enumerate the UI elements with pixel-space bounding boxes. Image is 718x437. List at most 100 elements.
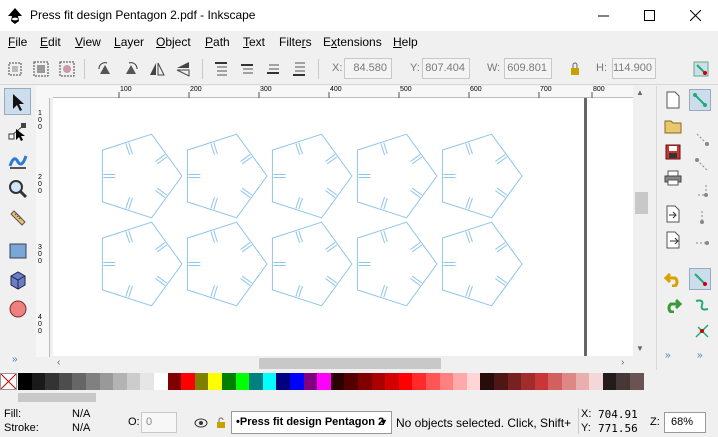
pentagon-part[interactable] (101, 221, 183, 307)
vertical-scroll-thumb[interactable] (635, 192, 648, 214)
color-swatch[interactable] (249, 373, 263, 390)
tweak-tool-icon[interactable] (4, 146, 31, 173)
snap-bbox-midpoints-icon[interactable] (691, 206, 713, 228)
w-field[interactable]: 609.801 (504, 58, 552, 79)
color-swatch[interactable] (398, 373, 413, 390)
commands-more-icon[interactable]: » (665, 350, 671, 361)
toolbox-more-icon[interactable]: » (12, 354, 18, 365)
color-swatch[interactable] (507, 373, 522, 390)
menu-layer[interactable]: Layer (114, 35, 144, 49)
vertical-scrollbar[interactable]: ▲ ▼ (633, 86, 650, 356)
import-icon[interactable] (662, 203, 684, 225)
color-swatch[interactable] (371, 373, 386, 390)
color-swatch[interactable] (72, 373, 86, 390)
color-swatch[interactable] (262, 373, 277, 390)
rectangle-tool-icon[interactable] (4, 237, 31, 264)
measure-tool-icon[interactable] (4, 204, 31, 231)
menu-edit[interactable]: Edit (40, 35, 61, 49)
y-field[interactable]: 807.404 (422, 58, 470, 79)
color-swatch[interactable] (494, 373, 508, 390)
color-swatch[interactable] (235, 373, 250, 390)
color-swatch[interactable] (18, 373, 32, 390)
lower-to-bottom-icon[interactable] (288, 58, 310, 80)
snap-bbox-corners-icon[interactable] (691, 180, 713, 202)
color-swatch[interactable] (344, 373, 358, 390)
color-swatch[interactable] (521, 373, 535, 390)
horizontal-scrollbar[interactable]: ‹ › (53, 356, 633, 371)
select-all-layers-icon[interactable] (30, 58, 52, 80)
x-field[interactable]: 84.580 (344, 58, 392, 79)
maximize-button[interactable] (626, 0, 672, 31)
scroll-left-icon[interactable]: ‹ (57, 357, 60, 368)
color-swatch[interactable] (303, 373, 318, 390)
flip-horizontal-icon[interactable] (146, 58, 168, 80)
menu-view[interactable]: View (75, 35, 101, 49)
color-swatch[interactable] (480, 373, 494, 390)
snap-paths-icon[interactable] (691, 294, 713, 316)
pentagon-part[interactable] (441, 221, 523, 307)
pentagon-part[interactable] (441, 133, 523, 219)
selector-tool-icon[interactable] (4, 88, 31, 115)
color-swatch[interactable] (562, 373, 576, 390)
color-swatch[interactable] (616, 373, 630, 390)
color-swatch[interactable] (276, 373, 290, 390)
color-swatch[interactable] (290, 373, 304, 390)
color-swatch[interactable] (208, 373, 222, 390)
color-swatch[interactable] (45, 373, 59, 390)
color-swatch[interactable] (426, 373, 440, 390)
color-swatch[interactable] (385, 373, 399, 390)
rotate-cw-icon[interactable] (120, 58, 142, 80)
color-swatch[interactable] (99, 373, 114, 390)
menu-text[interactable]: Text (243, 35, 265, 49)
layer-visibility-icon[interactable] (190, 412, 212, 433)
snap-toggle-icon[interactable] (690, 58, 712, 80)
menu-extensions[interactable]: Extensions (323, 35, 382, 49)
menu-file[interactable]: File (8, 35, 27, 49)
pentagon-part[interactable] (101, 133, 183, 219)
current-layer-dropdown[interactable]: •Press fit design Pentagon 2 ▼ (231, 411, 392, 434)
pentagon-part[interactable] (356, 221, 438, 307)
3d-box-tool-icon[interactable] (4, 266, 31, 293)
deselect-icon[interactable] (56, 58, 78, 80)
color-swatch[interactable] (31, 373, 46, 390)
color-swatch[interactable] (575, 373, 590, 390)
export-icon[interactable] (662, 229, 684, 251)
zoom-tool-icon[interactable] (4, 175, 31, 202)
palette-scrollbar[interactable] (0, 391, 718, 404)
menu-help[interactable]: Help (393, 35, 418, 49)
color-swatch[interactable] (194, 373, 209, 390)
opacity-field[interactable]: 0 (141, 412, 177, 433)
color-swatch[interactable] (86, 373, 100, 390)
pentagon-part[interactable] (356, 133, 438, 219)
menu-path[interactable]: Path (205, 35, 230, 49)
node-tool-icon[interactable] (4, 117, 31, 144)
scroll-right-icon[interactable]: › (621, 357, 624, 368)
select-all-icon[interactable] (4, 58, 26, 80)
color-swatch[interactable] (222, 373, 236, 390)
no-paint-swatch[interactable] (0, 373, 17, 390)
color-swatch[interactable] (358, 373, 372, 390)
rotate-ccw-icon[interactable] (94, 58, 116, 80)
color-swatch[interactable] (317, 373, 331, 390)
drawing-canvas[interactable] (53, 98, 633, 356)
h-field[interactable]: 114.900 (612, 58, 656, 79)
new-document-icon[interactable] (662, 89, 684, 111)
snap-nodes-icon[interactable] (689, 268, 711, 290)
redo-icon[interactable] (662, 294, 684, 316)
palette-scroll-thumb[interactable] (18, 393, 96, 402)
scroll-up-icon[interactable]: ▲ (636, 88, 644, 97)
print-icon[interactable] (662, 167, 684, 189)
minimize-button[interactable] (580, 0, 626, 31)
color-swatch[interactable] (167, 373, 182, 390)
open-folder-icon[interactable] (662, 115, 684, 137)
horizontal-scroll-thumb[interactable] (259, 358, 441, 369)
raise-to-top-icon[interactable] (210, 58, 232, 80)
color-swatch[interactable] (330, 373, 345, 390)
undo-icon[interactable] (662, 268, 684, 290)
layer-lock-icon[interactable] (213, 412, 229, 433)
color-swatch[interactable] (466, 373, 481, 390)
color-swatch[interactable] (602, 373, 617, 390)
ellipse-tool-icon[interactable] (4, 295, 31, 322)
pentagon-part[interactable] (271, 221, 353, 307)
snap-enable-icon[interactable] (689, 89, 711, 111)
